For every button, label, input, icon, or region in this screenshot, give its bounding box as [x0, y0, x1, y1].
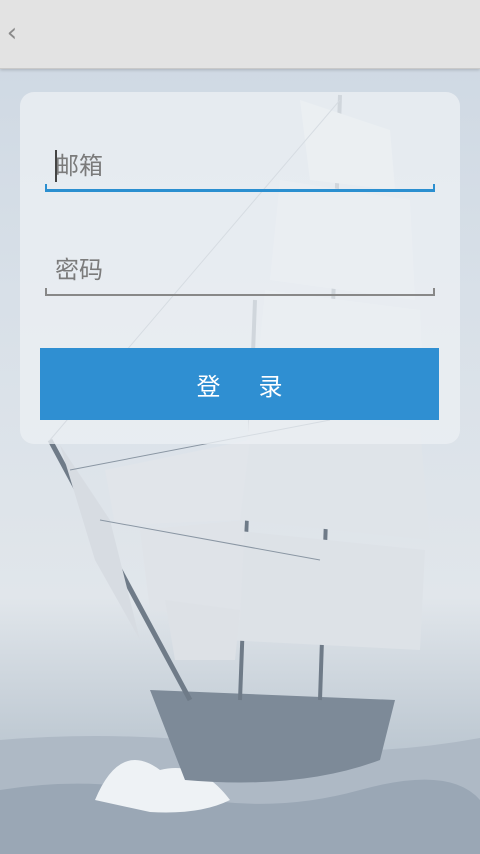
- chevron-left-icon[interactable]: ‹: [4, 16, 20, 50]
- text-cursor: [55, 150, 57, 182]
- email-underline-right-tick: [433, 184, 435, 192]
- login-button[interactable]: 登录: [40, 348, 439, 420]
- password-input[interactable]: [45, 248, 435, 292]
- password-underline-left-tick: [45, 288, 47, 296]
- password-underline: [45, 294, 435, 296]
- email-input[interactable]: [45, 144, 435, 188]
- password-field[interactable]: [45, 248, 435, 296]
- login-card: 登录: [20, 92, 460, 444]
- email-underline-left-tick: [45, 184, 47, 192]
- password-underline-right-tick: [433, 288, 435, 296]
- email-underline: [45, 189, 435, 192]
- email-field[interactable]: [45, 144, 435, 192]
- top-app-bar: ‹: [0, 0, 480, 69]
